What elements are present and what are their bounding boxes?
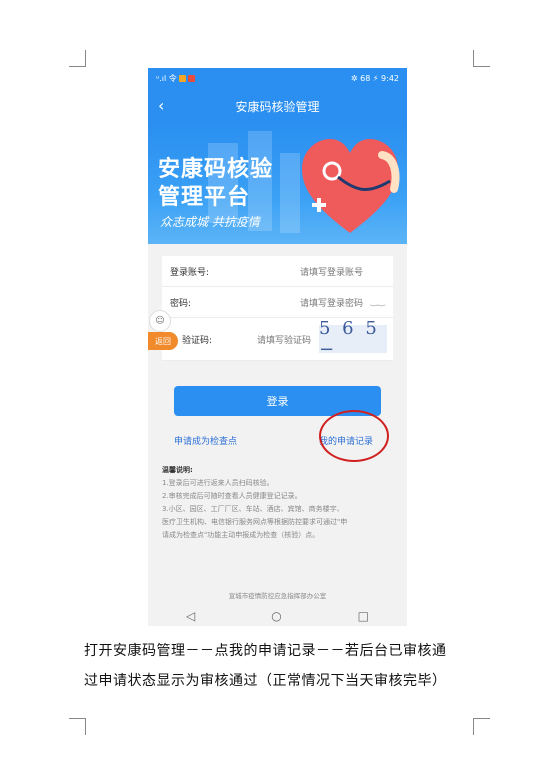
tips-title: 温馨说明: xyxy=(162,466,193,474)
highlight-circle xyxy=(319,410,389,462)
banner: 安康码核验 管理平台 众志成城 共抗疫情 xyxy=(148,123,407,244)
tips-item: 1.登录后可进行返来人员扫码核验。 xyxy=(162,479,274,487)
banner-slogan: 众志成城 共抗疫情 xyxy=(160,215,260,229)
tips-item: 2.审核完成后可随时查看人员健康登记记录。 xyxy=(162,492,302,500)
nav-recent-icon[interactable]: □ xyxy=(358,609,369,623)
status-bar: ᵘ.ıl 令 ✲ 68 ⚡ 9:42 xyxy=(148,68,407,89)
tips-item: 请成为检查点"功能主动申报成为检查（核验）点。 xyxy=(162,531,320,539)
caption-line-2: 过申请状态显示为审核通过（正常情况下当天审核完毕） xyxy=(84,673,447,689)
account-field[interactable]: 登录账号: 请填写登录账号 xyxy=(162,256,393,287)
apply-checkpoint-link[interactable]: 申请成为检查点 xyxy=(174,434,237,447)
page-title: 安康码核验管理 xyxy=(235,99,320,114)
footer-text: 宣城市疫情防控应急指挥部办公室 xyxy=(228,592,327,600)
tips-section: 温馨说明: 1.登录后可进行返来人员扫码核验。 2.审核完成后可随时查看人员健康… xyxy=(162,464,394,542)
crop-mark-top-right xyxy=(473,50,490,67)
notification-icon xyxy=(187,75,195,82)
password-label: 密码: xyxy=(170,298,192,309)
password-field[interactable]: 密码: 请填写登录密码 ‿‿ xyxy=(162,287,393,318)
status-right: ✲ 68 ⚡ 9:42 xyxy=(350,74,399,83)
account-input[interactable]: 请填写登录账号 xyxy=(300,265,363,278)
notification-icon xyxy=(178,75,186,82)
password-input[interactable]: 请填写登录密码 xyxy=(300,296,363,309)
nav-bar: ‹ 安康码核验管理 xyxy=(148,89,407,123)
back-arrow-icon[interactable]: ‹ xyxy=(158,96,164,115)
captcha-input[interactable]: 请填写验证码 xyxy=(257,333,311,346)
crop-mark-bottom-left xyxy=(69,718,86,735)
system-nav-bar: ◁ ○ □ xyxy=(148,605,407,627)
banner-building xyxy=(280,153,300,233)
robot-icon[interactable]: ☺ xyxy=(149,310,171,332)
nav-home-icon[interactable]: ○ xyxy=(271,609,281,623)
tips-item: 3.小区、园区、工厂厂区、车站、酒店、宾馆、商务楼宇、 xyxy=(162,505,344,513)
crop-mark-bottom-right xyxy=(473,718,490,735)
banner-title-line2: 管理平台 xyxy=(158,185,251,210)
phone-screenshot: ᵘ.ıl 令 ✲ 68 ⚡ 9:42 ‹ 安康码核验管理 安康码核验 管理平台 … xyxy=(148,68,407,626)
account-label: 登录账号: xyxy=(170,267,210,278)
crop-mark-top-left xyxy=(69,50,86,67)
captcha-image[interactable]: 5 6 5 − xyxy=(319,318,387,360)
captcha-label: 验证码: xyxy=(182,335,213,346)
heart-stethoscope-icon xyxy=(302,139,400,233)
tips-item: 医疗卫生机构、电信银行服务网点等根据防控要求可通过"申 xyxy=(162,518,348,526)
caption-line-1: 打开安康码管理－－点我的申请记录－－若后台已审核通 xyxy=(84,643,447,659)
nav-back-icon[interactable]: ◁ xyxy=(186,609,195,623)
eye-closed-icon[interactable]: ‿‿ xyxy=(371,297,385,307)
status-left: ᵘ.ıl 令 xyxy=(156,73,195,84)
return-button[interactable]: 返回 xyxy=(148,332,178,350)
captcha-field[interactable]: 验证码: 请填写验证码 5 6 5 − xyxy=(162,318,393,361)
login-form: 登录账号: 请填写登录账号 密码: 请填写登录密码 ‿‿ 验证码: 请填写验证码… xyxy=(162,256,393,361)
signal-indicators: ᵘ.ıl 令 xyxy=(156,74,177,83)
